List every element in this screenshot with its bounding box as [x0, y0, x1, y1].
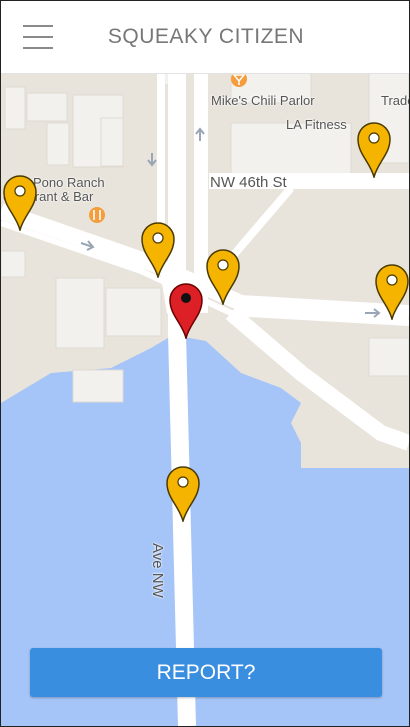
- app-header: SQUEAKY CITIZEN: [1, 1, 409, 74]
- road: [168, 73, 196, 726]
- map-pin-icon: [375, 264, 409, 320]
- report-pin[interactable]: [374, 262, 409, 322]
- place-label: Pono Ranch: [33, 175, 105, 190]
- map-pin-icon: [141, 222, 175, 278]
- map-view[interactable]: Mike's Chili Parlor LA Fitness Trade Pon…: [1, 73, 409, 726]
- place-label: LA Fitness: [286, 117, 347, 132]
- report-pin[interactable]: [356, 120, 396, 180]
- map-pin-icon: [357, 122, 391, 178]
- app-title: SQUEAKY CITIZEN: [107, 25, 305, 48]
- report-pin[interactable]: [2, 173, 42, 233]
- report-pin[interactable]: [140, 220, 180, 280]
- street-label: Ave NW: [149, 543, 166, 598]
- map-pin-icon: [206, 249, 240, 305]
- report-button[interactable]: REPORT?: [30, 648, 382, 697]
- report-pin[interactable]: [165, 464, 205, 524]
- location-pin-icon: [169, 283, 203, 339]
- map-pin-icon: [3, 175, 37, 231]
- map-canvas[interactable]: [1, 73, 409, 726]
- current-location-pin[interactable]: [168, 281, 208, 341]
- map-pin-icon: [166, 466, 200, 522]
- street-label: NW 46th St: [210, 174, 287, 191]
- place-label: Trade: [381, 93, 409, 108]
- app-frame: SQUEAKY CITIZEN Mike's Chili Parlor LA F…: [0, 0, 410, 727]
- report-pin[interactable]: [205, 247, 245, 307]
- place-label: Mike's Chili Parlor: [211, 93, 315, 108]
- restaurant-icon: [89, 207, 105, 223]
